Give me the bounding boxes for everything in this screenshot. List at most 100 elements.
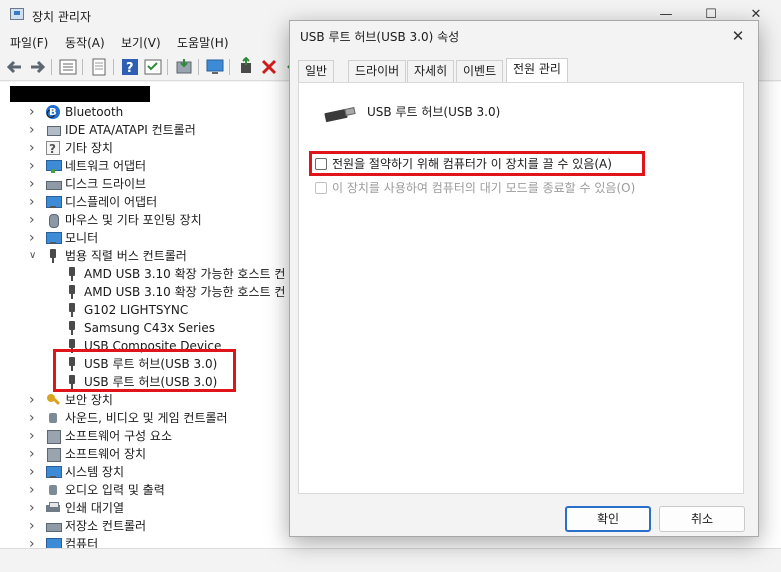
ide-controller-icon — [46, 123, 61, 137]
chevron-right-icon[interactable]: › — [29, 139, 39, 157]
document-icon[interactable] — [89, 57, 109, 77]
tab-details[interactable]: 자세히 — [407, 60, 455, 82]
chevron-right-icon[interactable]: › — [29, 157, 39, 175]
allow-wake-checkbox — [315, 182, 327, 194]
tree-item-label: 범용 직렬 버스 컨트롤러 — [65, 249, 187, 263]
tree-item-label: 저장소 컨트롤러 — [65, 519, 147, 533]
tree-item-label: AMD USB 3.10 확장 가능한 호스트 컨 — [84, 285, 286, 299]
device-manager-app-icon — [10, 8, 24, 20]
storage-controller-icon — [46, 519, 62, 533]
audio-io-icon — [46, 483, 60, 497]
toolbar-separator — [229, 59, 230, 75]
tree-item-label: AMD USB 3.10 확장 가능한 호스트 컨 — [84, 267, 286, 281]
tree-item-label: 기타 장치 — [65, 141, 113, 155]
unknown-device-icon — [46, 140, 60, 158]
mouse-icon — [46, 213, 60, 228]
tree-item-label: 디스플레이 어댑터 — [65, 195, 158, 209]
update-driver-icon[interactable] — [174, 57, 194, 77]
chevron-right-icon[interactable]: › — [29, 517, 39, 535]
usb-icon — [65, 321, 79, 335]
tree-item-label: 마우스 및 기타 포인팅 장치 — [65, 213, 202, 227]
tree-item-label: G102 LIGHTSYNC — [84, 303, 189, 317]
tree-item-label: 보안 장치 — [65, 393, 113, 407]
toolbar-separator — [113, 59, 114, 75]
tree-item-label: 소프트웨어 장치 — [65, 447, 147, 461]
chevron-right-icon[interactable]: › — [29, 391, 39, 409]
chevron-right-icon[interactable]: › — [29, 427, 39, 445]
sound-icon — [46, 411, 60, 425]
toolbar-separator — [198, 59, 199, 75]
security-key-icon — [46, 393, 60, 407]
tree-item-label: Samsung C43x Series — [84, 321, 216, 335]
forward-arrow-icon[interactable] — [27, 57, 47, 77]
chevron-right-icon[interactable]: › — [29, 211, 39, 229]
chevron-right-icon[interactable]: › — [29, 193, 39, 211]
device-name: USB 루트 허브(USB 3.0) — [367, 105, 501, 119]
usb-root-hub-highlight — [53, 349, 236, 392]
usb-icon — [65, 267, 79, 281]
power-option-highlight — [309, 151, 645, 176]
tree-item-label: Bluetooth — [65, 105, 124, 119]
printer-icon — [46, 501, 60, 515]
svg-text:?: ? — [126, 61, 134, 76]
display-adapter-icon — [46, 195, 62, 209]
tab-power-management[interactable]: 전원 관리 — [506, 58, 568, 82]
back-arrow-icon[interactable] — [5, 57, 25, 77]
tab-driver[interactable]: 드라이버 — [348, 60, 407, 82]
chevron-right-icon[interactable]: › — [29, 229, 39, 247]
tree-item-label: 사운드, 비디오 및 게임 컨트롤러 — [65, 411, 228, 425]
chevron-right-icon[interactable]: › — [29, 103, 39, 121]
menu-view[interactable]: 보기(V) — [121, 34, 161, 51]
usb-icon — [65, 303, 79, 317]
tree-item-label: 소프트웨어 구성 요소 — [65, 429, 172, 443]
computer-monitor-icon[interactable] — [205, 57, 225, 77]
disk-drive-icon — [46, 177, 62, 191]
monitor-icon — [46, 231, 62, 245]
cancel-button[interactable]: 취소 — [659, 506, 745, 532]
chevron-right-icon[interactable]: › — [29, 463, 39, 481]
chevron-right-icon[interactable]: › — [29, 175, 39, 193]
power-management-panel: USB 루트 허브(USB 3.0) 전원을 절약하기 위해 컴퓨터가 이 장치… — [298, 82, 744, 494]
scan-hardware-icon[interactable] — [143, 57, 163, 77]
menu-action[interactable]: 동작(A) — [65, 34, 105, 51]
toolbar-separator — [82, 59, 83, 75]
tree-item-label: 네트워크 어댑터 — [65, 159, 147, 173]
tab-events[interactable]: 이벤트 — [456, 60, 504, 82]
redacted-computer-name — [10, 86, 150, 102]
chevron-right-icon[interactable]: › — [29, 409, 39, 427]
window-title: 장치 관리자 — [32, 10, 92, 24]
tree-item-label: 모니터 — [65, 231, 99, 245]
dialog-title: USB 루트 허브(USB 3.0) 속성 — [300, 30, 460, 44]
tree-item-label: 컴퓨터 — [65, 537, 99, 548]
close-icon[interactable]: ✕ — [726, 25, 750, 47]
uninstall-device-icon[interactable] — [259, 57, 279, 77]
status-bar — [0, 548, 781, 572]
enable-device-icon[interactable] — [236, 57, 256, 77]
chevron-right-icon[interactable]: › — [29, 535, 39, 548]
tree-item-label: 시스템 장치 — [65, 465, 125, 479]
chevron-right-icon[interactable]: › — [29, 499, 39, 517]
toolbar-separator — [51, 59, 52, 75]
help-icon[interactable]: ? — [120, 57, 140, 77]
tree-item-label: IDE ATA/ATAPI 컨트롤러 — [65, 123, 196, 137]
ok-button[interactable]: 확인 — [565, 506, 651, 532]
tab-general[interactable]: 일반 — [298, 60, 335, 82]
bluetooth-icon — [46, 104, 60, 122]
software-device-icon — [46, 447, 61, 462]
chevron-down-icon[interactable]: ∨ — [29, 247, 39, 265]
chevron-right-icon[interactable]: › — [29, 445, 39, 463]
computer-icon — [46, 537, 62, 548]
tree-item-label: 오디오 입력 및 출력 — [65, 483, 165, 497]
menu-file[interactable]: 파일(F) — [10, 34, 48, 51]
usb-plug-icon — [324, 105, 357, 125]
properties-list-icon[interactable] — [58, 57, 78, 77]
chevron-right-icon[interactable]: › — [29, 121, 39, 139]
toolbar-separator — [167, 59, 168, 75]
tree-item-label: 인쇄 대기열 — [65, 501, 125, 515]
chevron-right-icon[interactable]: › — [29, 481, 39, 499]
software-component-icon — [46, 429, 61, 444]
menu-help[interactable]: 도움말(H) — [177, 34, 229, 51]
usb-root-hub-properties-dialog: USB 루트 허브(USB 3.0) 속성 ✕ 일반 드라이버 자세히 이벤트 … — [289, 20, 759, 537]
allow-wake-label: 이 장치를 사용하여 컴퓨터의 대기 모드를 종료할 수 있음(O) — [332, 181, 636, 195]
usb-icon — [65, 285, 79, 299]
